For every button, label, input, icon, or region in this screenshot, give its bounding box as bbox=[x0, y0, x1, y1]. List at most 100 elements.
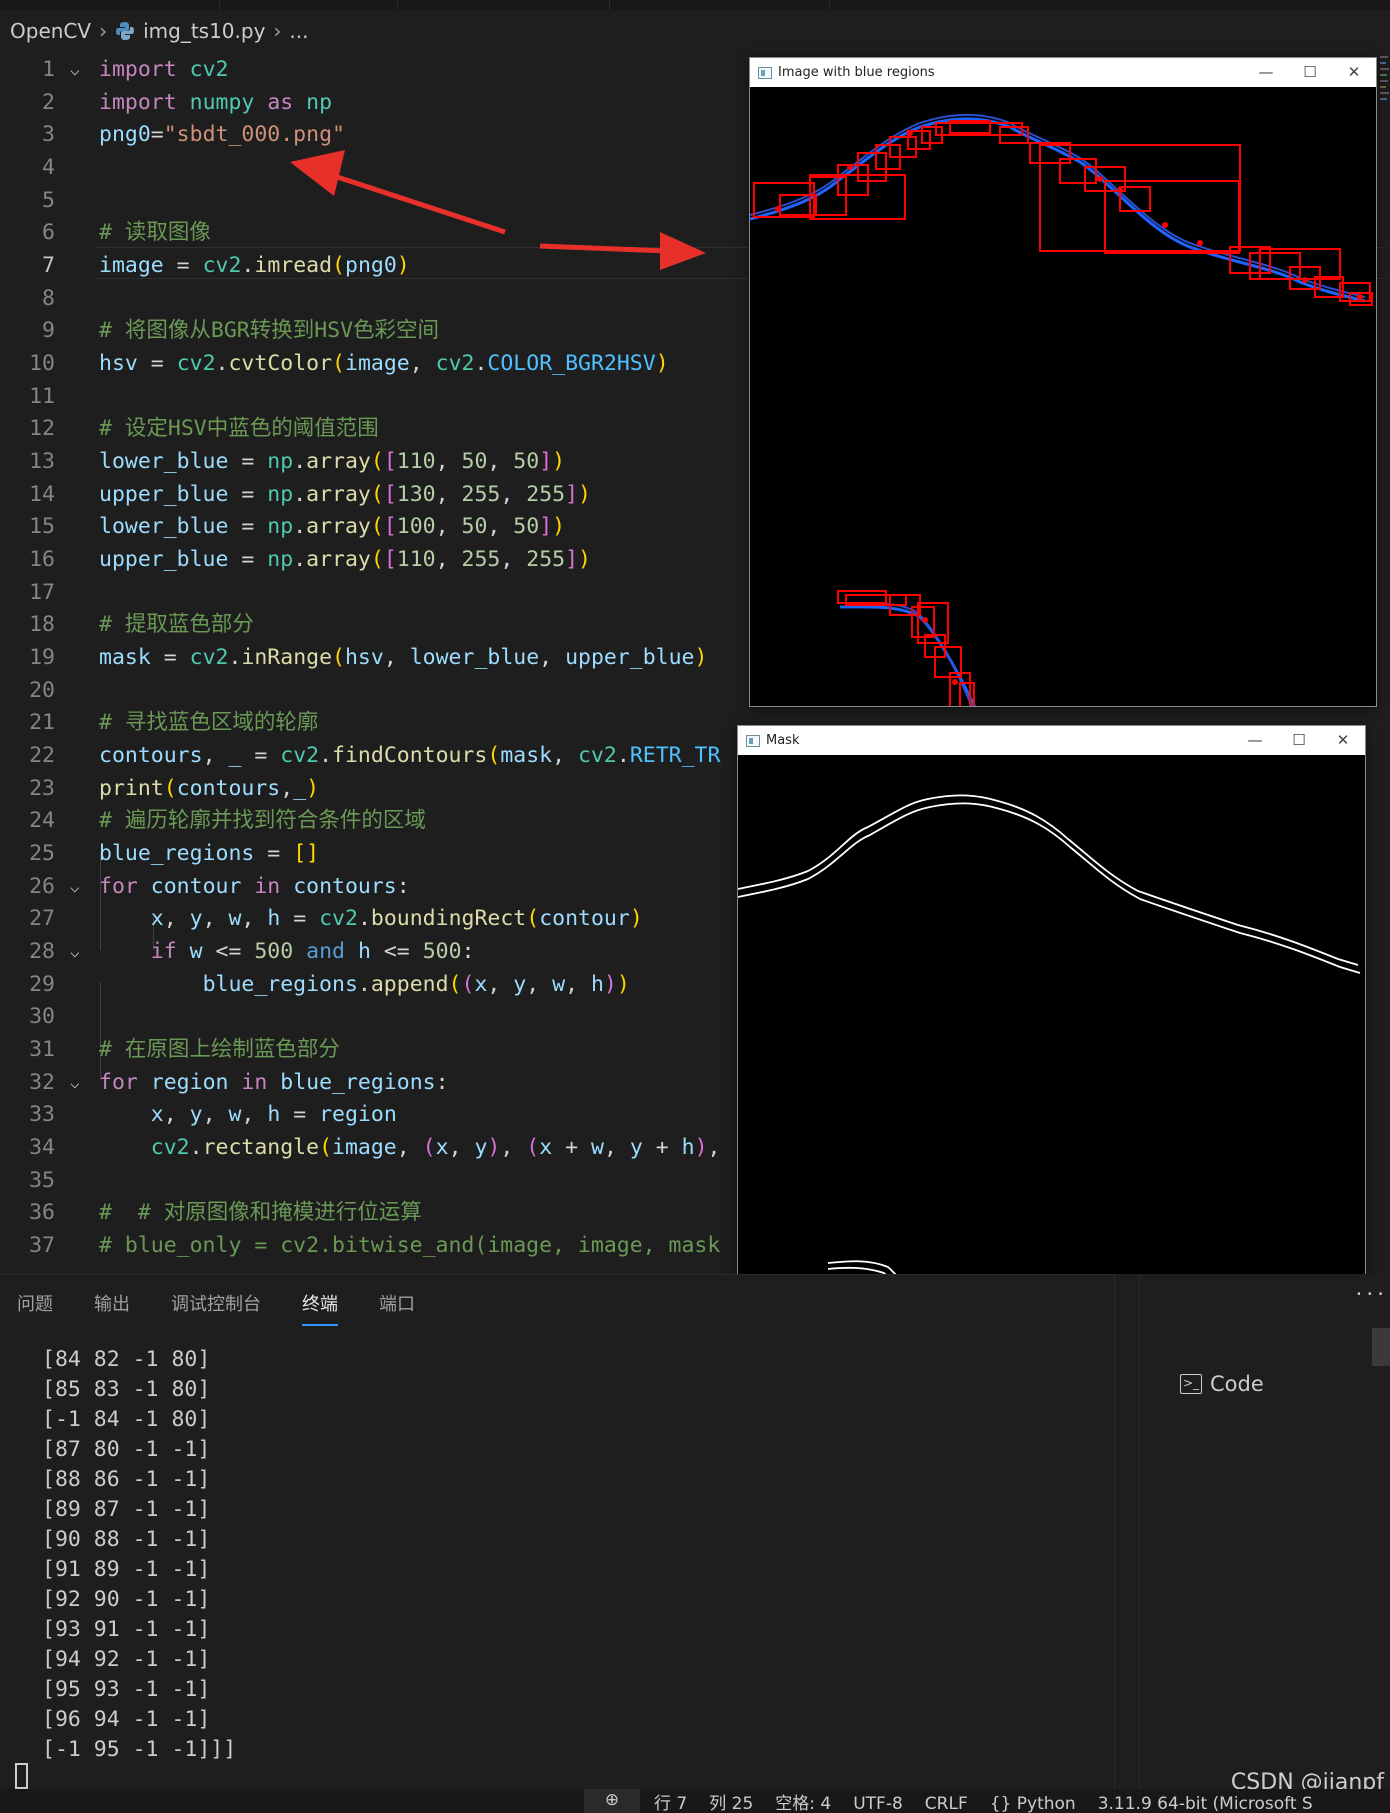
chevron-right-icon: › bbox=[273, 19, 282, 43]
line-number: 33 bbox=[29, 1102, 55, 1127]
status-line[interactable]: 行 7 bbox=[654, 1794, 687, 1813]
code-comment: # 提取蓝色部分 bbox=[99, 612, 254, 637]
line-number: 11 bbox=[29, 384, 55, 409]
line-number: 19 bbox=[29, 645, 55, 670]
terminal-list-panel: >_ Code bbox=[1114, 1274, 1390, 1789]
tab-debug-console[interactable]: 调试控制台 bbox=[171, 1284, 261, 1322]
more-actions-icon[interactable]: ··· bbox=[1353, 1284, 1386, 1305]
status-col[interactable]: 列 25 bbox=[709, 1794, 753, 1813]
line-number: 21 bbox=[29, 710, 55, 735]
line-number: 35 bbox=[29, 1168, 55, 1193]
window-app-icon bbox=[758, 66, 772, 79]
terminal-line: [91 89 -1 -1] bbox=[42, 1557, 211, 1582]
line-number: 34 bbox=[29, 1135, 55, 1160]
terminal-icon: >_ bbox=[1180, 1374, 1202, 1394]
line-number: 30 bbox=[29, 1004, 55, 1029]
line-number: 26 bbox=[29, 874, 55, 899]
line-number: 8 bbox=[42, 286, 55, 311]
line-number: 5 bbox=[42, 188, 55, 213]
status-bar: ⊕ 行 7 列 25 空格: 4 UTF-8 CRLF {} Python 3.11.9 6… bbox=[0, 1789, 1390, 1813]
image-with-boxes bbox=[750, 113, 1373, 706]
breadcrumb-folder[interactable]: OpenCV bbox=[10, 19, 91, 43]
window-app-icon bbox=[746, 734, 760, 747]
code-comment: # 在原图上绘制蓝色部分 bbox=[99, 1037, 340, 1062]
terminal-line: [96 94 -1 -1] bbox=[42, 1707, 211, 1732]
terminal-cursor bbox=[15, 1763, 28, 1789]
line-number: 27 bbox=[29, 906, 55, 931]
code-comment: # 读取图像 bbox=[99, 220, 211, 245]
line-number: 24 bbox=[29, 808, 55, 833]
code-comment: # 遍历轮廓并找到符合条件的区域 bbox=[99, 808, 426, 833]
code-comment: # 寻找蓝色区域的轮廓 bbox=[99, 710, 319, 735]
status-spaces[interactable]: 空格: 4 bbox=[775, 1794, 831, 1813]
window-title: Image with blue regions bbox=[778, 65, 935, 80]
line-number: 2 bbox=[42, 90, 55, 115]
line-number: 37 bbox=[29, 1233, 55, 1258]
status-encoding[interactable]: UTF-8 bbox=[853, 1794, 903, 1813]
code-comment: # 设定HSV中蓝色的阈值范围 bbox=[99, 416, 379, 441]
line-number: 22 bbox=[29, 743, 55, 768]
minimize-icon[interactable]: — bbox=[1244, 58, 1288, 87]
close-icon[interactable]: ✕ bbox=[1321, 726, 1365, 755]
code-comment: # blue_only = cv2.bitwise_and(image, ima… bbox=[99, 1233, 721, 1258]
line-number: 31 bbox=[29, 1037, 55, 1062]
line-number: 20 bbox=[29, 678, 55, 703]
terminal-output[interactable]: [84 82 -1 80] [85 83 -1 80] [-1 84 -1 80] [… bbox=[42, 1345, 236, 1765]
minimize-icon[interactable]: — bbox=[1233, 726, 1277, 755]
line-number: 10 bbox=[29, 351, 55, 376]
tab-output[interactable]: 输出 bbox=[94, 1284, 130, 1322]
breadcrumb-file[interactable]: img_ts10.py bbox=[143, 19, 265, 43]
line-number: 18 bbox=[29, 612, 55, 637]
terminal-line: [-1 95 -1 -1]]] bbox=[42, 1737, 237, 1762]
maximize-icon[interactable]: ☐ bbox=[1288, 58, 1332, 87]
window-titlebar[interactable]: Image with blue regions — ☐ ✕ bbox=[750, 58, 1376, 87]
line-number: 15 bbox=[29, 514, 55, 539]
tab-ports[interactable]: 端口 bbox=[379, 1284, 415, 1322]
code-comment: # # 对原图像和掩模进行位运算 bbox=[99, 1200, 422, 1225]
terminal-line: [88 86 -1 -1] bbox=[42, 1467, 211, 1492]
line-number: 6 bbox=[42, 220, 55, 245]
terminal-item-label: Code bbox=[1210, 1372, 1264, 1396]
terminal-line: [85 83 -1 80] bbox=[42, 1377, 211, 1402]
fold-chevron-icon[interactable]: ⌵ bbox=[70, 871, 90, 904]
line-number: 23 bbox=[29, 776, 55, 801]
terminal-line: [93 91 -1 -1] bbox=[42, 1617, 211, 1642]
minimap[interactable] bbox=[1378, 52, 1390, 122]
terminal-list-scrollbar[interactable] bbox=[1372, 1328, 1390, 1366]
breadcrumb-more[interactable]: ... bbox=[289, 19, 308, 43]
line-number: 1 bbox=[42, 57, 55, 82]
line-number: 13 bbox=[29, 449, 55, 474]
line-number: 25 bbox=[29, 841, 55, 866]
fold-chevron-icon[interactable]: ⌵ bbox=[70, 54, 90, 87]
status-eol[interactable]: CRLF bbox=[925, 1794, 968, 1813]
line-number: 32 bbox=[29, 1070, 55, 1095]
bottom-panel: 问题 输出 调试控制台 终端 端口 [84 82 -1 80] [85 83 -1… bbox=[0, 1274, 1114, 1789]
zoom-icon[interactable]: ⊕ bbox=[584, 1789, 640, 1813]
terminal-line: [-1 84 -1 80] bbox=[42, 1407, 211, 1432]
window-titlebar[interactable]: Mask — ☐ ✕ bbox=[738, 726, 1365, 755]
line-number: 36 bbox=[29, 1200, 55, 1225]
line-number: 4 bbox=[42, 155, 55, 180]
maximize-icon[interactable]: ☐ bbox=[1277, 726, 1321, 755]
window-image-with-blue-regions[interactable]: Image with blue regions — ☐ ✕ bbox=[749, 57, 1377, 707]
status-interpreter[interactable]: 3.11.9 64-bit (Microsoft S bbox=[1098, 1794, 1313, 1813]
terminal-line: [94 92 -1 -1] bbox=[42, 1647, 211, 1672]
line-number: 14 bbox=[29, 482, 55, 507]
fold-chevron-icon[interactable]: ⌵ bbox=[70, 936, 90, 969]
line-number: 3 bbox=[42, 122, 55, 147]
line-number: 29 bbox=[29, 972, 55, 997]
terminal-item-code[interactable]: >_ Code bbox=[1180, 1372, 1264, 1396]
terminal-line: [95 93 -1 -1] bbox=[42, 1677, 211, 1702]
panel-tabs: 问题 输出 调试控制台 终端 端口 bbox=[0, 1275, 439, 1331]
terminal-list: >_ Code bbox=[1139, 1274, 1390, 1789]
line-number: 17 bbox=[29, 580, 55, 605]
status-language[interactable]: {} Python bbox=[990, 1794, 1076, 1813]
close-icon[interactable]: ✕ bbox=[1332, 58, 1376, 87]
breadcrumb: OpenCV › img_ts10.py › ... bbox=[0, 10, 1390, 52]
terminal-line: [90 88 -1 -1] bbox=[42, 1527, 211, 1552]
tab-problems[interactable]: 问题 bbox=[17, 1284, 53, 1322]
code-comment: # 将图像从BGR转换到HSV色彩空间 bbox=[99, 318, 440, 343]
top-tab-strip bbox=[0, 0, 1390, 10]
fold-chevron-icon[interactable]: ⌵ bbox=[70, 1067, 90, 1100]
tab-terminal[interactable]: 终端 bbox=[302, 1284, 338, 1326]
